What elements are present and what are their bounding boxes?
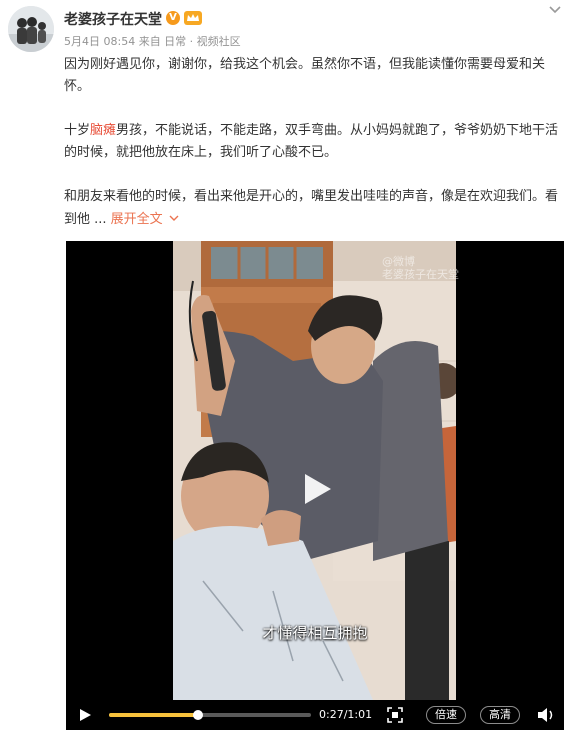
verified-badge-icon: V [166,11,180,25]
volume-icon[interactable] [537,707,555,723]
video-watermark: @微博 老婆孩子在天堂 [382,255,459,281]
paragraph-text: 因为刚好遇见你，谢谢你，给我这个机会。虽然你不语，但我能读懂你需要母爱和关怀。 [64,57,546,94]
member-crown-icon [184,11,202,25]
play-icon[interactable] [295,469,335,509]
paragraph-text: 男孩，不能说话，不能走路，双手弯曲。从小妈妈就跑了，爷爷奶奶下地干活的时候，就把… [64,123,559,160]
more-options-chevron-icon[interactable] [546,3,564,17]
post-text: 因为刚好遇见你，谢谢你，给我这个机会。虽然你不语，但我能读懂你需要母爱和关怀。 … [64,54,564,231]
progress-fill [109,713,199,717]
video-subtitle: 才懂得相互拥抱 [262,624,368,642]
video-player[interactable]: @微博 老婆孩子在天堂 才懂得相互拥抱 0:27/1:01 倍速 高清 [66,241,564,730]
author-name[interactable]: 老婆孩子在天堂 [64,9,162,29]
paragraph-text: 十岁 [64,123,91,138]
progress-thumb[interactable] [193,710,204,720]
post-header: 老婆孩子在天堂 V 5月4日 08:54 来自 日常 · 视频社区 [0,0,572,56]
playback-speed-button[interactable]: 倍速 [426,706,466,724]
progress-bar[interactable] [109,710,311,720]
post-paragraph: 和朋友来看他的时候，看出来他是开心的，嘴里发出哇哇的声音，像是在欢迎我们。看到他… [64,186,564,231]
avatar[interactable] [8,6,54,52]
fullscreen-icon[interactable] [387,707,403,723]
playback-time: 0:27/1:01 [319,708,373,721]
post-paragraph: 因为刚好遇见你，谢谢你，给我这个机会。虽然你不语，但我能读懂你需要母爱和关怀。 [64,54,564,98]
post-meta: 5月4日 08:54 来自 日常 · 视频社区 [64,35,241,48]
highlighted-keyword: 脑瘫 [90,123,117,138]
watermark-account: 老婆孩子在天堂 [382,268,459,281]
video-controls: 0:27/1:01 倍速 高清 [66,700,564,730]
video-quality-button[interactable]: 高清 [480,706,520,724]
chevron-down-icon [169,208,179,230]
watermark-brand: @微博 [382,255,415,268]
expand-label: 展开全文 [110,212,163,227]
post-paragraph: 十岁脑瘫男孩，不能说话，不能走路，双手弯曲。从小妈妈就跑了，爷爷奶奶下地干活的时… [64,120,564,164]
control-play-icon[interactable] [78,708,92,722]
expand-full-text-link[interactable]: 展开全文 [111,212,179,227]
avatar-image [8,6,54,52]
